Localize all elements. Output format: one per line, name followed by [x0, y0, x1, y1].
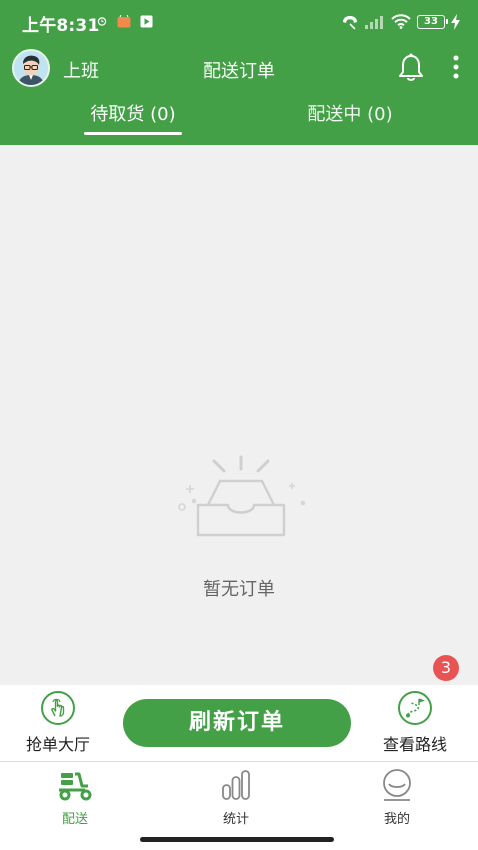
- battery-indicator: 33: [417, 15, 448, 29]
- alarm-icon: [97, 17, 107, 26]
- play-notification-icon: [140, 15, 153, 28]
- grab-order-hall-label: 抢单大厅: [25, 735, 90, 754]
- tap-hand-icon: [41, 691, 75, 725]
- stats-bars-icon: [222, 770, 250, 800]
- nav-label-stats: 统计: [222, 812, 249, 827]
- nav-item-mine[interactable]: 我的: [357, 768, 437, 827]
- tab-pending-pickup[interactable]: 待取货 (0): [84, 100, 182, 126]
- route-count-badge: 3: [433, 655, 459, 681]
- bell-icon[interactable]: [398, 53, 424, 83]
- status-time: 上午8:31: [22, 16, 100, 36]
- empty-state-text: 暂无订单: [203, 579, 275, 600]
- wifi-icon: [391, 14, 411, 29]
- empty-box-icon: [178, 455, 306, 537]
- more-options-icon[interactable]: [448, 53, 464, 83]
- app-header: 上班 配送订单 待取货 (0) 配送中 (0): [0, 44, 478, 145]
- route-map-icon: [398, 691, 432, 725]
- view-route-label: 查看路线: [382, 735, 447, 754]
- refresh-orders-button[interactable]: 刷新订单: [123, 699, 351, 747]
- view-route-button[interactable]: 查看路线: [375, 691, 455, 755]
- order-list-area[interactable]: 暂无订单 3: [0, 145, 478, 685]
- tab-delivering[interactable]: 配送中 (0): [300, 100, 400, 126]
- action-bar: 抢单大厅 刷新订单 查看路线: [0, 685, 478, 761]
- nav-item-stats[interactable]: 统计: [196, 768, 276, 827]
- grab-order-hall-button[interactable]: 抢单大厅: [18, 691, 98, 755]
- app-notification-icon: [117, 15, 131, 28]
- nav-label-mine: 我的: [383, 812, 410, 827]
- home-indicator[interactable]: [140, 837, 334, 842]
- signal-icon: [365, 16, 383, 29]
- nav-item-delivery[interactable]: 配送: [35, 768, 115, 827]
- status-bar: 上午8:31 33: [0, 0, 478, 44]
- profile-icon: [383, 769, 411, 801]
- nav-label-delivery: 配送: [61, 812, 88, 827]
- charging-icon: [451, 14, 460, 30]
- call-forward-icon: [343, 16, 357, 30]
- delivery-scooter-icon: [59, 772, 92, 801]
- active-tab-indicator: [84, 132, 182, 135]
